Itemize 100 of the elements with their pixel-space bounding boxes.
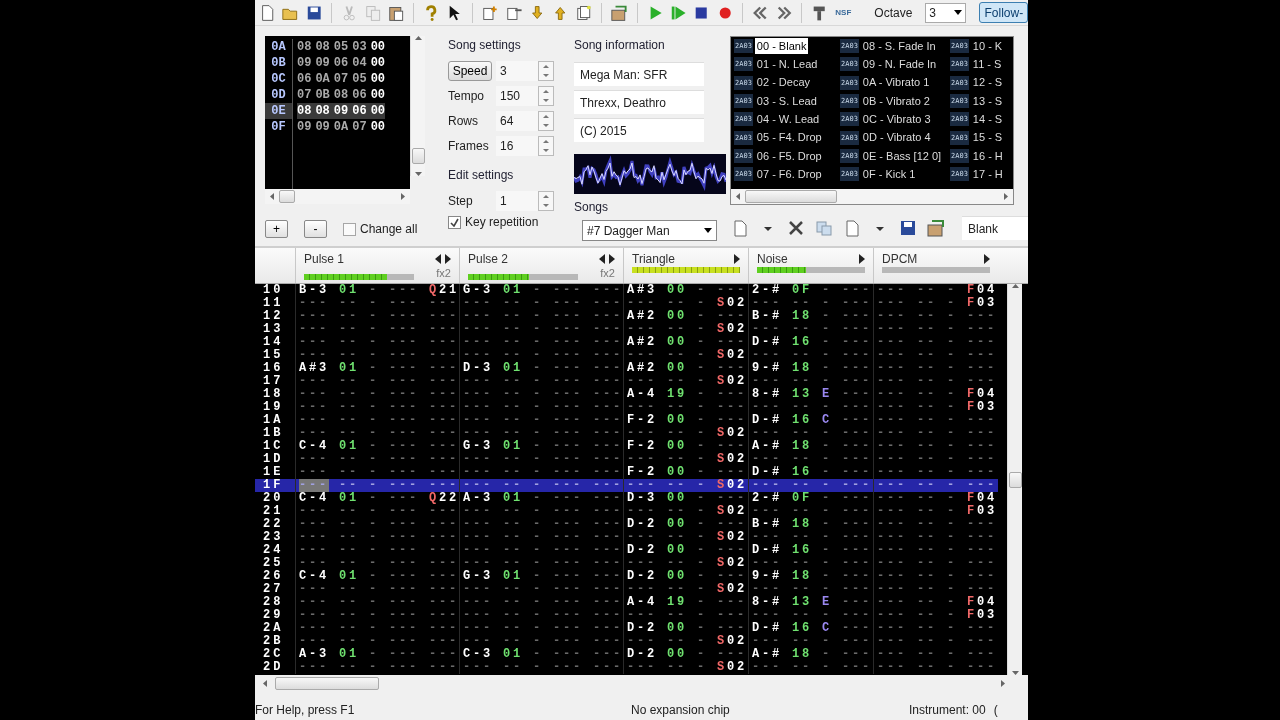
instrument-item[interactable]: 14 - S: [970, 111, 1005, 128]
arrow-right-icon[interactable]: [609, 254, 615, 264]
save-icon[interactable]: [898, 218, 918, 238]
arrow-right-icon[interactable]: [445, 254, 451, 264]
instrument-number: --: [339, 427, 359, 440]
arrow-down-icon[interactable]: [543, 203, 549, 207]
channel-header[interactable]: Noise: [748, 248, 873, 283]
instrument-item[interactable]: 09 - N. Fade In: [860, 56, 939, 73]
vertical-scrollbar[interactable]: [410, 36, 425, 176]
channel-header[interactable]: Pulse 1 fx2: [295, 248, 459, 283]
instrument-item[interactable]: 03 - S. Lead: [754, 92, 819, 110]
frame-row[interactable]: 08 08 05 03 00: [297, 39, 386, 55]
note-text: D-#: [752, 336, 782, 349]
frame-row[interactable]: 09 09 0A 07 00: [297, 119, 386, 135]
scrollbar-thumb[interactable]: [1008, 471, 1022, 488]
number-field[interactable]: 16: [496, 135, 538, 156]
channel-header[interactable]: DPCM: [873, 248, 998, 283]
number-field[interactable]: 150: [496, 85, 538, 106]
spin-button[interactable]: [538, 135, 554, 156]
arrow-left-icon[interactable]: [599, 254, 605, 264]
spin-button[interactable]: [538, 60, 554, 81]
instrument-list[interactable]: [731, 37, 1013, 189]
effect-text: ---: [389, 596, 419, 609]
text-field[interactable]: (C) 2015: [574, 118, 704, 142]
speed-button[interactable]: Speed: [448, 60, 492, 81]
spin-button[interactable]: [538, 190, 554, 211]
arrow-down-icon[interactable]: [543, 98, 549, 102]
arrow-down-icon[interactable]: [543, 148, 549, 152]
scrollbar-thumb[interactable]: [745, 190, 837, 203]
arrow-up-icon[interactable]: [414, 36, 422, 40]
instrument-name-field[interactable]: Blank: [962, 216, 1028, 240]
arrow-down-icon[interactable]: [1011, 671, 1019, 675]
frame-row[interactable]: 06 0A 07 05 00: [297, 71, 386, 87]
horizontal-scrollbar[interactable]: [265, 189, 410, 204]
horizontal-scrollbar[interactable]: [731, 189, 1013, 204]
instrument-item[interactable]: 13 - S: [970, 92, 1005, 110]
arrow-left-icon[interactable]: [435, 254, 441, 264]
arrow-up-icon[interactable]: [543, 114, 549, 118]
arrow-down-icon[interactable]: [543, 73, 549, 77]
instrument-item[interactable]: 0D - Vibrato 4: [860, 129, 933, 146]
frame-row[interactable]: 08 08 09 06 00: [297, 103, 386, 119]
instrument-item[interactable]: 08 - S. Fade In: [860, 37, 938, 55]
arrow-up-icon[interactable]: [543, 89, 549, 93]
number-field[interactable]: 3: [496, 60, 538, 81]
spin-button[interactable]: [538, 85, 554, 106]
scrollbar-thumb[interactable]: [279, 190, 295, 203]
checkbox[interactable]: [448, 215, 461, 229]
instrument-item[interactable]: 04 - W. Lead: [754, 111, 822, 128]
arrow-up-icon[interactable]: [543, 139, 549, 143]
arrow-down-icon[interactable]: [543, 123, 549, 127]
channel-header[interactable]: Pulse 2 fx2: [459, 248, 623, 283]
follow-mode-button[interactable]: Follow-: [979, 2, 1028, 23]
vertical-scrollbar[interactable]: [1007, 284, 1022, 675]
number-field[interactable]: 1: [496, 190, 538, 211]
frame-row[interactable]: 09 09 06 04 00: [297, 55, 386, 71]
octave-select[interactable]: 3: [925, 2, 967, 23]
instrument-item[interactable]: 0B - Vibrato 2: [860, 92, 932, 110]
song-select[interactable]: #7 Dagger Man: [582, 220, 717, 241]
volume-text: -: [822, 492, 832, 505]
number-field[interactable]: 64: [496, 110, 538, 131]
arrow-up-icon[interactable]: [543, 64, 549, 68]
instrument-item[interactable]: 06 - F5. Drop: [754, 147, 824, 165]
instrument-item[interactable]: 11 - S: [970, 56, 1004, 73]
instrument-item[interactable]: 17 - H: [970, 165, 1005, 183]
instrument-item[interactable]: 16 - H: [970, 147, 1005, 165]
instrument-item[interactable]: 0C - Vibrato 3: [860, 111, 933, 128]
scrollbar-thumb[interactable]: [275, 676, 379, 690]
arrow-down-icon[interactable]: [414, 172, 422, 176]
instrument-number: --: [917, 544, 937, 557]
arrow-right-icon[interactable]: [984, 254, 990, 264]
instrument-item[interactable]: 10 - K: [970, 37, 1005, 55]
instrument-number: 0F: [792, 284, 812, 297]
arrow-right-icon[interactable]: [859, 254, 865, 264]
arrow-up-icon[interactable]: [1011, 284, 1019, 288]
instrument-item[interactable]: 12 - S: [970, 74, 1005, 91]
instrument-item[interactable]: 02 - Decay: [754, 74, 813, 91]
instrument-item[interactable]: 00 - Blank: [754, 37, 809, 55]
instrument-item[interactable]: 0A - Vibrato 1: [860, 74, 932, 91]
instrument-item[interactable]: 07 - F6. Drop: [754, 165, 824, 183]
volume-text: -: [533, 310, 543, 323]
instrument-item[interactable]: 0F - Kick 1: [860, 165, 918, 183]
spin-button[interactable]: [538, 110, 554, 131]
export-nsf-button[interactable]: NSF: [833, 2, 854, 23]
channel-header[interactable]: Triangle: [623, 248, 748, 283]
arrow-up-icon[interactable]: [543, 194, 549, 198]
scrollbar-thumb[interactable]: [411, 148, 425, 164]
frame-list[interactable]: 0A 0B 0C 0D 0E 0F 08 08 05 03 00 09 09 06 04 00 06 0A 07 05 00 07 0B 08 06 00 08 08 09 06 00 09 09 0A 07 00: [265, 36, 410, 189]
remove-frame-button[interactable]: -: [304, 220, 327, 238]
instrument-item[interactable]: 01 - N. Lead: [754, 56, 820, 73]
instrument-item[interactable]: 15 - S: [970, 129, 1005, 146]
instrument-item[interactable]: 05 - F4. Drop: [754, 129, 824, 146]
arrow-right-icon[interactable]: [734, 254, 740, 264]
checkbox[interactable]: [343, 222, 356, 236]
instrument-item[interactable]: 0E - Bass [12 0]: [860, 147, 944, 165]
text-field[interactable]: Mega Man: SFR: [574, 62, 704, 86]
row-number: 11: [262, 297, 285, 310]
text-field[interactable]: Threxx, Deathro: [574, 90, 704, 114]
edit-instrument-icon[interactable]: [926, 218, 946, 238]
frame-row[interactable]: 07 0B 08 06 00: [297, 87, 386, 103]
add-frame-button[interactable]: +: [265, 220, 288, 238]
